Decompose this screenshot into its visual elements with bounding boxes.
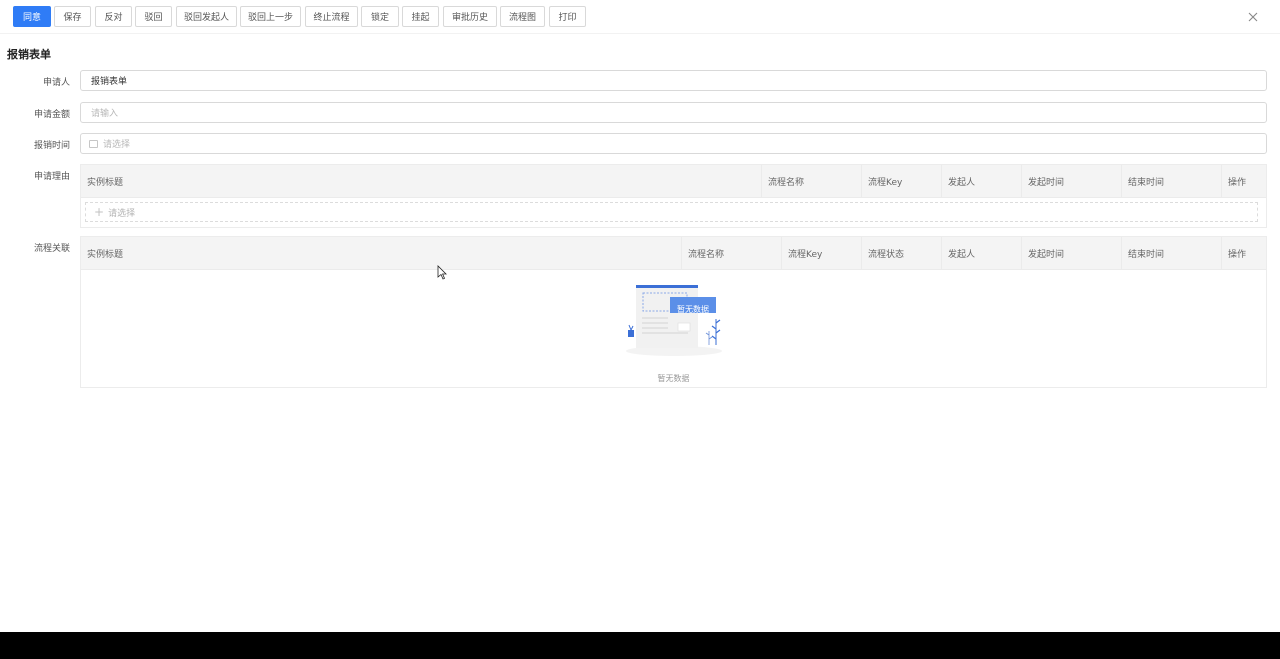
oppose-button[interactable]: 反对	[95, 6, 132, 27]
agree-button[interactable]: 同意	[13, 6, 51, 27]
column-header: 操作	[1221, 237, 1266, 270]
approval-history-button[interactable]: 审批历史	[443, 6, 497, 27]
reject-previous-step-button[interactable]: 驳回上一步	[240, 6, 301, 27]
empty-state: 暂无数据 暂无数据	[81, 271, 1266, 388]
calendar-icon	[89, 139, 98, 148]
applicant-label: 申请人	[42, 78, 70, 88]
reject-to-initiator-button[interactable]: 驳回发起人	[176, 6, 237, 27]
column-header: 实例标题	[87, 178, 124, 188]
reason-label: 申请理由	[33, 172, 70, 182]
flowchart-button[interactable]: 流程图	[500, 6, 545, 27]
column-header: 流程Key	[861, 165, 941, 198]
relation-table-header: 实例标题 流程名称 流程Key 流程状态 发起人 发起时间 结束时间 操作	[81, 237, 1266, 270]
applicant-value: 报销表单	[91, 77, 128, 87]
reason-table: 实例标题 流程名称 流程Key 发起人 发起时间 结束时间 操作 + 请选择	[80, 164, 1267, 228]
plus-icon: +	[94, 205, 105, 219]
amount-label: 申请金额	[33, 110, 70, 120]
empty-data-illustration	[626, 285, 722, 356]
empty-text: 暂无数据	[657, 374, 690, 383]
column-header: 结束时间	[1121, 165, 1221, 198]
column-header: 发起人	[941, 165, 1021, 198]
close-icon[interactable]	[1245, 9, 1261, 25]
column-header: 实例标题	[87, 250, 124, 260]
bottom-bar	[0, 632, 1280, 659]
reject-button[interactable]: 驳回	[135, 6, 172, 27]
relation-label: 流程关联	[33, 244, 70, 254]
mouse-cursor-icon	[437, 265, 447, 280]
relation-table: 实例标题 流程名称 流程Key 流程状态 发起人 发起时间 结束时间 操作 暂无	[80, 236, 1267, 388]
column-header: 流程Key	[781, 237, 861, 270]
column-header: 流程名称	[761, 165, 861, 198]
applicant-field[interactable]: 报销表单	[80, 70, 1267, 91]
column-header: 发起人	[941, 237, 1021, 270]
column-header: 流程状态	[861, 237, 941, 270]
amount-placeholder: 请输入	[91, 109, 119, 119]
form-title: 报销表单	[7, 48, 51, 61]
add-placeholder: 请选择	[108, 208, 136, 219]
add-reason-button[interactable]: + 请选择	[85, 202, 1258, 222]
column-header: 发起时间	[1021, 165, 1121, 198]
column-header: 发起时间	[1021, 237, 1121, 270]
amount-input[interactable]: 请输入	[80, 102, 1267, 123]
time-label: 报销时间	[33, 141, 70, 151]
terminate-process-button[interactable]: 终止流程	[305, 6, 358, 27]
suspend-button[interactable]: 挂起	[402, 6, 439, 27]
toolbar: 同意 保存 反对 驳回 驳回发起人 驳回上一步 终止流程 锁定 挂起 审批历史 …	[0, 0, 1280, 34]
column-header: 流程名称	[681, 237, 781, 270]
time-placeholder: 请选择	[103, 140, 131, 150]
empty-badge: 暂无数据	[677, 304, 709, 314]
column-header: 操作	[1221, 165, 1266, 198]
column-header: 结束时间	[1121, 237, 1221, 270]
print-button[interactable]: 打印	[549, 6, 586, 27]
save-button[interactable]: 保存	[54, 6, 91, 27]
reason-table-header: 实例标题 流程名称 流程Key 发起人 发起时间 结束时间 操作	[81, 165, 1266, 198]
time-picker[interactable]: 请选择	[80, 133, 1267, 154]
lock-button[interactable]: 锁定	[361, 6, 399, 27]
